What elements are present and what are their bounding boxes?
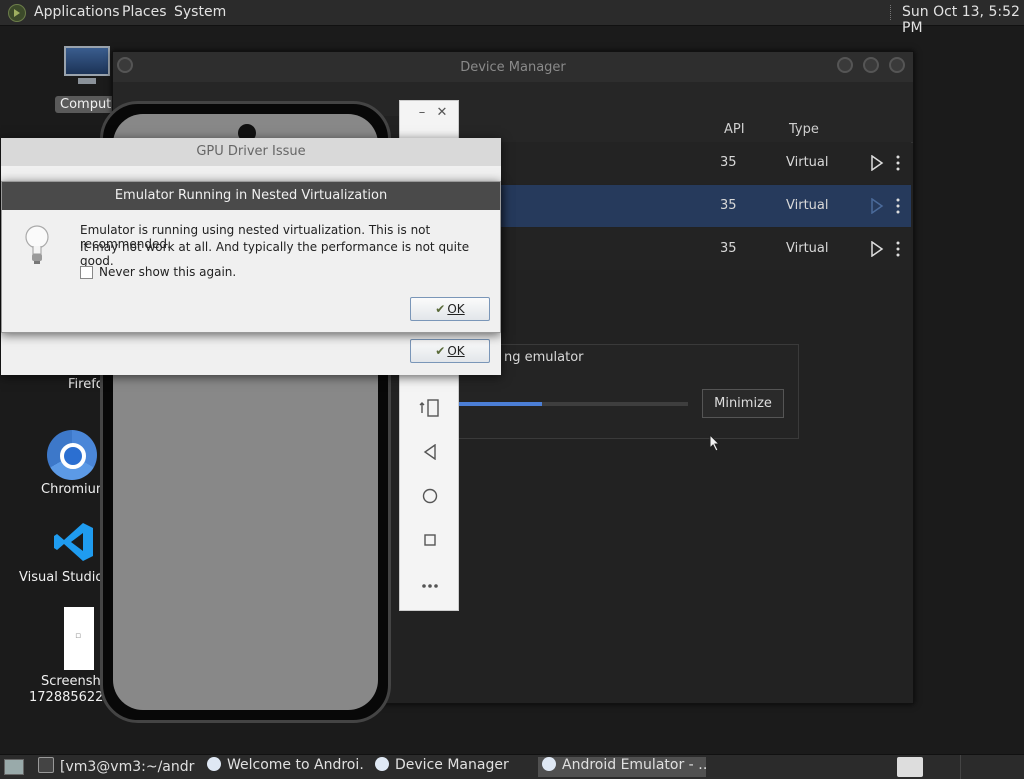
progress-bar — [456, 402, 688, 406]
message-line-2: It may not work at all. And typically th… — [80, 240, 470, 268]
check-icon: ✔ — [435, 302, 446, 316]
chromium-icon[interactable] — [47, 430, 97, 480]
more-icon[interactable] — [400, 575, 460, 593]
type-column-header[interactable]: Type — [789, 122, 819, 137]
places-menu[interactable]: Places — [122, 4, 167, 20]
api-column-header[interactable]: API — [724, 122, 745, 137]
device-type: Virtual — [786, 198, 829, 213]
task-device-manager[interactable]: Device Manager — [371, 757, 531, 777]
more-options-icon[interactable] — [895, 154, 901, 176]
minimize-window-icon[interactable] — [837, 57, 853, 73]
ok-button[interactable]: ✔ OK — [410, 339, 490, 363]
play-icon[interactable] — [870, 240, 884, 261]
mouse-pointer-icon — [709, 433, 721, 456]
computer-label[interactable]: Comput — [55, 96, 117, 113]
clock[interactable]: Sun Oct 13, 5:52 PM — [902, 4, 1024, 36]
screenshot-file-icon[interactable] — [64, 607, 94, 670]
workspace-switcher-icon[interactable] — [897, 757, 923, 777]
minimize-button[interactable]: Minimize — [702, 389, 784, 418]
launch-status-text: ng emulator — [504, 350, 584, 365]
firefox-label[interactable]: Firefo — [68, 377, 104, 392]
ok-label: OK — [447, 344, 465, 358]
panel-separator — [890, 5, 893, 20]
more-options-icon[interactable] — [895, 240, 901, 262]
dialog-title: Emulator Running in Nested Virtualizatio… — [2, 182, 500, 210]
never-show-label[interactable]: Never show this again. — [99, 265, 236, 279]
distro-logo-icon[interactable] — [8, 4, 26, 22]
play-icon[interactable] — [870, 197, 884, 218]
fold-icon[interactable] — [400, 399, 460, 421]
task-android-emulator[interactable]: Android Emulator - … — [538, 757, 706, 777]
system-menu[interactable]: System — [174, 4, 226, 20]
screenshot-label-line2[interactable]: 1728856228 — [29, 690, 112, 705]
emulator-icon — [542, 757, 556, 771]
top-panel: Applications Places System Sun Oct 13, 5… — [0, 0, 1024, 36]
overview-icon[interactable] — [400, 533, 460, 551]
computer-icon[interactable] — [62, 46, 112, 86]
device-type: Virtual — [786, 241, 829, 256]
terminal-icon — [38, 757, 54, 773]
window-title: Device Manager — [460, 60, 566, 75]
ok-button[interactable]: ✔ OK — [410, 297, 490, 321]
device-type: Virtual — [786, 155, 829, 170]
progress-bar-fill — [456, 402, 542, 406]
never-show-checkbox[interactable] — [80, 266, 93, 279]
show-desktop-icon[interactable] — [4, 759, 24, 775]
task-label: Welcome to Androi… — [227, 757, 363, 773]
task-terminal[interactable]: [vm3@vm3:~/andr… — [34, 757, 196, 777]
taskbar: [vm3@vm3:~/andr… Welcome to Androi… Devi… — [0, 754, 1024, 779]
check-icon: ✔ — [435, 344, 446, 358]
vscode-icon[interactable] — [52, 520, 96, 564]
android-studio-icon — [207, 757, 221, 771]
applications-menu[interactable]: Applications — [34, 4, 120, 20]
nested-virtualization-dialog: Emulator Running in Nested Virtualizatio… — [1, 181, 501, 333]
android-studio-icon — [375, 757, 389, 771]
back-icon[interactable] — [400, 443, 460, 464]
device-manager-titlebar[interactable]: Device Manager — [113, 52, 913, 82]
task-label: [vm3@vm3:~/andr… — [60, 759, 196, 775]
more-options-icon[interactable] — [895, 197, 901, 219]
device-api: 35 — [720, 241, 737, 256]
task-welcome-android[interactable]: Welcome to Androi… — [203, 757, 363, 777]
maximize-window-icon[interactable] — [863, 57, 879, 73]
device-api: 35 — [720, 155, 737, 170]
lightbulb-icon — [24, 224, 50, 266]
close-window-icon[interactable] — [889, 57, 905, 73]
window-menu-icon[interactable] — [117, 57, 133, 73]
play-icon[interactable] — [870, 154, 884, 175]
home-icon[interactable] — [400, 488, 460, 508]
launch-progress-panel: ng emulator Minimize — [455, 344, 799, 439]
taskbar-tray — [960, 755, 1024, 779]
chromium-label[interactable]: Chromiun — [41, 482, 104, 497]
emulator-close-icon[interactable]: ✕ — [412, 105, 472, 120]
task-label: Device Manager — [395, 757, 509, 773]
ok-label: OK — [447, 302, 465, 316]
device-api: 35 — [720, 198, 737, 213]
task-label: Android Emulator - … — [562, 757, 706, 773]
dialog-title: GPU Driver Issue — [1, 138, 501, 166]
